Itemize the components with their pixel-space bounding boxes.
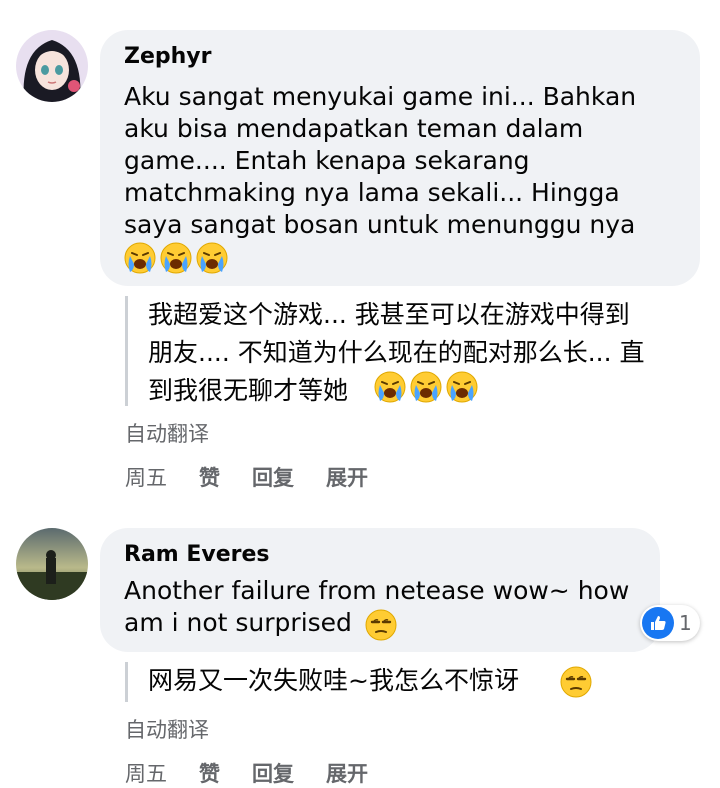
translation-block: 网易又一次失败哇~我怎么不惊讶: [125, 662, 700, 702]
crying-face-emoji: [446, 371, 478, 403]
crying-face-emoji: [374, 371, 406, 403]
comment-text: Aku sangat menyukai game ini... Bahkan a…: [124, 82, 637, 239]
anime-avatar-icon: [16, 30, 88, 102]
reply-button[interactable]: 回复: [252, 462, 294, 492]
reaction-count: 1: [679, 611, 692, 635]
comment-author[interactable]: Zephyr: [124, 44, 211, 69]
landscape-avatar-icon: [16, 528, 88, 600]
comment-actions: 周五 赞 回复 展开: [125, 758, 400, 788]
timestamp[interactable]: 周五: [125, 758, 167, 788]
emoji-row: [124, 242, 228, 274]
comment-bubble[interactable]: Zephyr Aku sangat menyukai game ini... B…: [100, 30, 700, 286]
like-button[interactable]: 赞: [199, 462, 220, 492]
timestamp[interactable]: 周五: [125, 462, 167, 492]
avatar[interactable]: [16, 30, 88, 102]
like-button[interactable]: 赞: [199, 758, 220, 788]
crying-face-emoji: [160, 242, 192, 274]
comment-bubble[interactable]: Ram Everes Another failure from netease …: [100, 528, 660, 652]
comment-author[interactable]: Ram Everes: [124, 542, 270, 567]
translation-block: 我超爱这个游戏... 我甚至可以在游戏中得到 朋友.... 不知道为什么现在的配…: [125, 296, 700, 406]
expand-button[interactable]: 展开: [326, 758, 368, 788]
crying-face-emoji: [196, 242, 228, 274]
emoji-row: [374, 371, 478, 403]
unamused-face-emoji: [365, 609, 397, 641]
thumbs-up-icon: [642, 607, 674, 639]
avatar[interactable]: [16, 528, 88, 600]
auto-translate-label[interactable]: 自动翻译: [125, 418, 209, 448]
comment-actions: 周五 赞 回复 展开: [125, 462, 400, 492]
reaction-badge[interactable]: 1: [640, 605, 700, 641]
expand-button[interactable]: 展开: [326, 462, 368, 492]
crying-face-emoji: [124, 242, 156, 274]
translation-text: 网易又一次失败哇~我怎么不惊讶: [148, 666, 519, 695]
reply-button[interactable]: 回复: [252, 758, 294, 788]
auto-translate-label[interactable]: 自动翻译: [125, 714, 209, 744]
crying-face-emoji: [410, 371, 442, 403]
unamused-face-emoji: [560, 666, 592, 698]
